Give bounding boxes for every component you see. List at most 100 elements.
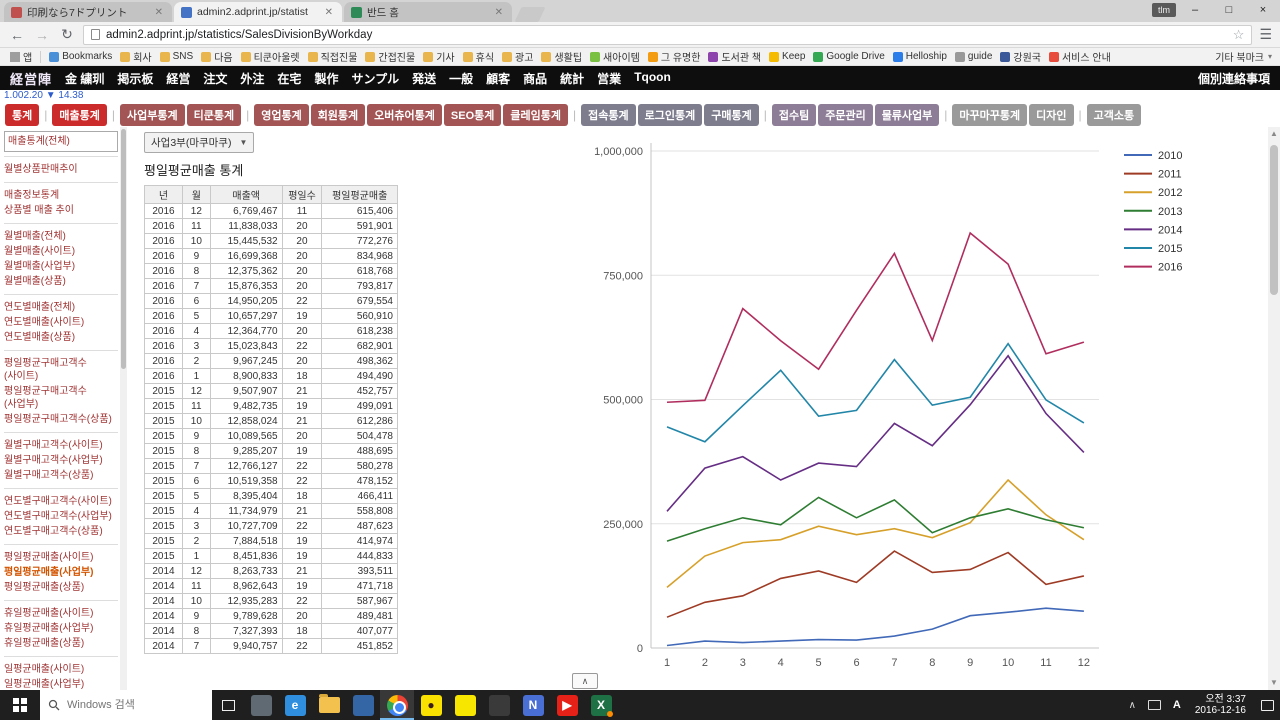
sidebar-item[interactable]: 월별매출(전체) [4, 229, 118, 244]
app-nav-item[interactable]: Tqoon [634, 70, 671, 87]
profile-badge[interactable]: tlm [1152, 3, 1176, 17]
tray-ime-indicator[interactable]: A [1167, 690, 1187, 720]
bookmark-item[interactable]: 회사 [116, 49, 155, 64]
back-icon[interactable]: ← [8, 27, 26, 43]
other-bookmarks[interactable]: 기타 북마크 ▾ [1215, 49, 1274, 64]
stat-tab[interactable]: 영업통계 [254, 103, 309, 126]
app-nav-item[interactable]: 製作 [314, 70, 338, 87]
sidebar-item[interactable]: 일평균매출(사업부) [4, 677, 118, 690]
bookmark-item[interactable]: 도서관 책 [704, 49, 765, 64]
mail-app-taskbar-icon[interactable] [346, 690, 380, 720]
bookmark-item[interactable]: Keep [765, 51, 809, 62]
browser-tab[interactable]: 印刷なら7ドプリント ✕ [4, 2, 172, 22]
stat-tab[interactable]: 티쿤통계 [186, 103, 242, 126]
sidebar-item[interactable]: 평일평균구매고객수(상품) [4, 412, 118, 427]
stat-tab[interactable]: SEO통계 [443, 103, 502, 126]
stat-tab[interactable]: 접수팀 [771, 103, 817, 126]
stat-tab[interactable]: 주문관리 [818, 103, 873, 126]
task-view-button[interactable] [212, 690, 244, 720]
sidebar-item[interactable]: 평일평균매출(사이트) [4, 550, 118, 565]
stat-tab[interactable]: 물류사업부 [874, 103, 940, 126]
scroll-up-icon[interactable]: ▲ [1268, 127, 1280, 141]
app-nav-item[interactable]: 統計 [560, 70, 584, 87]
bookmark-item[interactable]: 생활팁 [537, 49, 586, 64]
bookmark-item[interactable]: SNS [156, 51, 198, 62]
maximize-button[interactable]: □ [1212, 0, 1246, 21]
sidebar-item[interactable]: 월별매출(상품) [4, 274, 118, 289]
sidebar-item[interactable]: 월별구매고객수(사이트) [4, 438, 118, 453]
app-nav-item[interactable]: 発送 [412, 70, 436, 87]
new-tab-button[interactable] [514, 7, 546, 22]
minimize-button[interactable]: – [1178, 0, 1212, 21]
sidebar-item[interactable]: 평일평균매출(사업부) [4, 565, 118, 580]
sidebar-item[interactable]: 일평균매출(사이트) [4, 662, 118, 677]
naver-app-taskbar-icon[interactable]: N [516, 690, 550, 720]
bookmark-item[interactable]: Google Drive [809, 51, 888, 62]
app-nav-item[interactable]: 顧客 [486, 70, 510, 87]
stat-tab[interactable]: 마꾸마꾸통계 [952, 103, 1028, 126]
sidebar-item[interactable]: 휴일평균매출(상품) [4, 636, 118, 651]
sidebar-item[interactable]: 월별매출(사업부) [4, 259, 118, 274]
app-nav-item[interactable]: 掲示板 [117, 70, 153, 87]
close-button[interactable]: × [1246, 0, 1280, 21]
sidebar-item[interactable]: 매출통계(전체) [8, 134, 114, 149]
bookmark-item[interactable]: Helloship [889, 51, 951, 62]
dark-app-taskbar-icon[interactable] [482, 690, 516, 720]
browser-tab[interactable]: admin2.adprint.jp/statist ✕ [174, 2, 342, 22]
stat-tab[interactable]: 통계 [5, 103, 40, 126]
sidebar-item[interactable]: 월별매출(사이트) [4, 244, 118, 259]
tray-display-icon[interactable] [1142, 690, 1167, 720]
sidebar-item[interactable]: 월별구매고객수(사업부) [4, 453, 118, 468]
taskbar-search-input[interactable] [67, 699, 187, 711]
app-nav-item[interactable]: 経営 [166, 70, 190, 87]
bookmark-item[interactable]: 광고 [498, 49, 537, 64]
stat-tab[interactable]: 회원통계 [310, 103, 366, 126]
app-nav-item[interactable]: 注文 [203, 70, 227, 87]
bookmark-item[interactable]: 휴식 [459, 49, 498, 64]
tab-close-icon[interactable]: ✕ [493, 7, 505, 18]
tab-close-icon[interactable]: ✕ [153, 7, 165, 18]
sidebar-scrollbar-thumb[interactable] [121, 129, 126, 369]
bookmark-item[interactable]: 기사 [419, 49, 458, 64]
page-scrollbar-thumb[interactable] [1270, 145, 1278, 295]
sidebar-item[interactable]: 연도별구매고객수(상품) [4, 524, 118, 539]
bookmark-item[interactable]: guide [951, 51, 996, 62]
refresh-icon[interactable]: ↻ [58, 26, 76, 43]
sidebar-item[interactable]: 연도별매출(사이트) [4, 315, 118, 330]
app-nav-item[interactable]: 外注 [240, 70, 264, 87]
stat-tab[interactable]: 디자인 [1029, 103, 1074, 126]
browser-menu-icon[interactable]: ☰ [1259, 26, 1272, 43]
stat-tab[interactable]: 매출통계 [52, 103, 107, 126]
file-explorer-taskbar-icon[interactable] [312, 690, 346, 720]
stat-tab[interactable]: 사업부통계 [119, 103, 185, 126]
sales-line-chart[interactable]: 0250,000500,000750,0001,000,0001 2 3 4 5 6 7 8 9… [539, 135, 1267, 695]
sidebar-item[interactable]: 월별구매고객수(상품) [4, 468, 118, 483]
bookmark-item[interactable]: 새아이템 [586, 49, 644, 64]
sidebar-item[interactable]: 평일평균구매고객수(사이트) [4, 356, 118, 384]
collapse-button[interactable]: ∧ [572, 673, 598, 689]
sidebar-item[interactable]: 매출정보통계 [4, 188, 118, 203]
tab-close-icon[interactable]: ✕ [323, 7, 335, 18]
stat-tab[interactable]: 로그인통계 [637, 103, 703, 126]
scroll-down-icon[interactable]: ▼ [1268, 676, 1280, 690]
excel-taskbar-icon[interactable]: X [584, 690, 618, 720]
page-scrollbar[interactable]: ▲ ▼ [1268, 127, 1280, 690]
bookmark-star-icon[interactable]: ☆ [1233, 27, 1245, 43]
browser-tab[interactable]: 반드 홈 ✕ [344, 2, 512, 22]
bookmark-item[interactable]: 직접진물 [304, 49, 362, 64]
edge-browser-taskbar-icon[interactable]: e [278, 690, 312, 720]
kakao-app-taskbar-icon[interactable] [448, 690, 482, 720]
apps-shortcut[interactable]: 앱 [6, 49, 36, 64]
chrome-browser-taskbar-icon[interactable] [380, 690, 414, 720]
stat-tab[interactable]: 구매통계 [704, 103, 759, 126]
my-computer-taskbar-icon[interactable] [244, 690, 278, 720]
app-nav-item[interactable]: 商品 [523, 70, 547, 87]
bookmark-item[interactable]: 강원국 [996, 49, 1045, 64]
stat-tab[interactable]: 오버츄어통계 [367, 103, 442, 126]
bookmark-item[interactable]: 서비스 안내 [1045, 49, 1115, 64]
bookmark-item[interactable]: 다음 [197, 49, 236, 64]
sidebar-item[interactable]: 휴일평균매출(사이트) [4, 606, 118, 621]
sidebar-scrollbar[interactable] [120, 127, 127, 690]
sidebar-item[interactable]: 연도별매출(상품) [4, 330, 118, 345]
sidebar-item[interactable]: 휴일평균매출(사업부) [4, 621, 118, 636]
